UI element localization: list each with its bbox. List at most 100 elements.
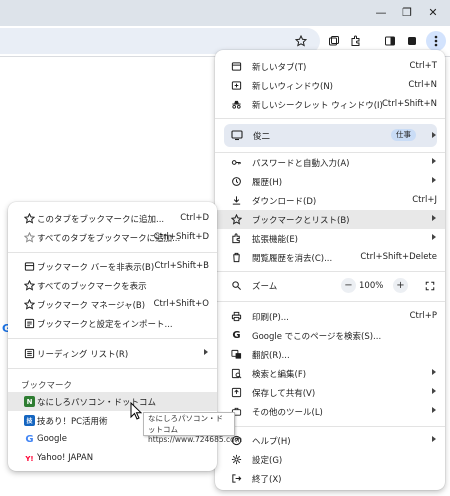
menu-item-bookmark-manager[interactable]: ブックマーク マネージャ(B) Ctrl+Shift+O <box>8 295 217 314</box>
menu-item-reading-list[interactable]: リーディング リスト(R) <box>8 344 217 363</box>
menu-item-extensions[interactable]: 拡張機能(E) <box>215 229 445 248</box>
menu-item-find-edit[interactable]: 検索と編集(F) <box>215 364 445 383</box>
menu-item-print[interactable]: 印刷(P)... Ctrl+P <box>215 307 445 326</box>
menu-item-incognito[interactable]: 新しいシークレット ウィンドウ(I) Ctrl+Shift+N <box>215 95 445 114</box>
shortcut-label: Ctrl+J <box>412 195 437 205</box>
bookmarks-section-heading: ブックマーク <box>21 381 73 391</box>
shortcut-label: Ctrl+Shift+N <box>381 99 437 109</box>
import-icon <box>23 317 36 330</box>
menu-item-save-share[interactable]: 保存して共有(V) <box>215 383 445 402</box>
bookmark-tooltip: なにしろパソコン・ドットコム https://www.724685.com <box>143 412 242 444</box>
star-icon <box>23 279 36 292</box>
shortcut-label: Ctrl+N <box>408 80 437 90</box>
chevron-right-icon <box>432 407 436 413</box>
profile-avatar-icon[interactable] <box>402 31 422 51</box>
key-icon <box>230 156 243 169</box>
tab-search-icon[interactable] <box>324 31 344 51</box>
menu-item-label: すべてのブックマークを表示 <box>37 282 147 292</box>
menu-item-hide-bookmark-bar[interactable]: ブックマーク バーを非表示(B) Ctrl+Shift+B <box>8 257 217 276</box>
menu-item-bookmark-this-tab[interactable]: このタブをブックマークに追加... Ctrl+D <box>8 209 217 228</box>
menu-item-exit[interactable]: 終了(X) <box>215 469 445 488</box>
menu-item-label: 検索と編集(F) <box>252 370 307 380</box>
shortcut-label: Ctrl+Shift+O <box>153 299 209 309</box>
extensions-icon[interactable] <box>346 31 366 51</box>
menu-item-label: Google でこのページを検索(S)... <box>252 332 382 342</box>
zoom-label: ズーム <box>252 282 278 292</box>
bookmark-favicon: N <box>23 395 36 408</box>
menu-item-label: 翻訳(R)... <box>252 351 290 361</box>
menu-item-import-bookmarks[interactable]: ブックマークと設定をインポート... <box>8 314 217 333</box>
menu-separator <box>8 252 217 253</box>
minimize-button[interactable]: — <box>372 5 390 21</box>
bookmark-bar-icon <box>23 260 36 273</box>
menu-item-more-tools[interactable]: その他のツール(L) <box>215 402 445 421</box>
star-icon <box>23 212 36 225</box>
exit-icon <box>230 472 243 485</box>
bookmark-item[interactable]: N なにしろパソコン・ドットコム <box>8 392 217 411</box>
tooltip-title: なにしろパソコン・ドットコム <box>148 414 223 434</box>
star-icon <box>230 213 243 226</box>
menu-item-google-search[interactable]: G Google でこのページを検索(S)... <box>215 326 445 345</box>
menu-item-new-tab[interactable]: 新しいタブ(T) Ctrl+T <box>215 57 445 76</box>
chevron-right-icon <box>432 158 436 164</box>
menu-item-show-all-bookmarks[interactable]: すべてのブックマークを表示 <box>8 276 217 295</box>
menu-item-label: リーディング リスト(R) <box>37 350 129 360</box>
chrome-menu-button[interactable] <box>426 31 446 51</box>
chevron-right-icon <box>432 436 436 442</box>
google-icon: G <box>232 330 241 341</box>
zoom-out-button[interactable]: − <box>341 278 356 293</box>
menu-item-downloads[interactable]: ダウンロード(D) Ctrl+J <box>215 191 445 210</box>
menu-item-label: ブックマーク バーを非表示(B) <box>37 263 155 273</box>
menu-separator <box>8 338 217 339</box>
shortcut-label: Ctrl+P <box>409 311 437 321</box>
extension-icon <box>230 232 243 245</box>
chevron-right-icon <box>432 388 436 394</box>
star-icon <box>23 298 36 311</box>
menu-item-history[interactable]: 履歴(H) <box>215 172 445 191</box>
menu-item-label: ブックマーク マネージャ(B) <box>37 301 146 311</box>
search-edit-icon <box>230 367 243 380</box>
incognito-icon <box>230 98 243 111</box>
menu-item-label: このタブをブックマークに追加... <box>37 215 165 225</box>
menu-item-label: 新しいウィンドウ(N) <box>252 82 333 92</box>
menu-item-label: ブックマークとリスト(B) <box>252 216 350 226</box>
shortcut-label: Ctrl+T <box>409 61 437 71</box>
menu-item-label: 新しいタブ(T) <box>252 63 307 73</box>
menu-item-label: ブックマークと設定をインポート... <box>37 320 173 330</box>
shortcut-label: Ctrl+Shift+Delete <box>360 252 437 262</box>
menu-separator <box>215 301 445 302</box>
translate-icon <box>230 348 243 361</box>
menu-item-zoom: ズーム <box>215 276 445 296</box>
close-button[interactable]: ✕ <box>424 5 442 21</box>
bookmark-item[interactable]: Y! Yahoo! JAPAN <box>8 449 217 468</box>
side-panel-icon[interactable] <box>380 31 400 51</box>
menu-item-label: 終了(X) <box>252 475 282 485</box>
fullscreen-icon[interactable] <box>422 278 438 294</box>
menu-item-label: 拡張機能(E) <box>252 235 299 245</box>
profile-badge: 仕事 <box>391 129 416 141</box>
bookmark-star-icon[interactable] <box>291 31 311 51</box>
new-window-icon <box>230 79 243 92</box>
star-outline-icon <box>23 231 36 244</box>
menu-item-label: 閲覧履歴を消去(C)... <box>252 254 333 264</box>
menu-item-label: 設定(G) <box>252 456 283 466</box>
bookmark-favicon: 技 <box>23 414 36 427</box>
chevron-right-icon <box>432 369 436 375</box>
menu-item-label: パスワードと自動入力(A) <box>252 159 350 169</box>
menu-item-translate[interactable]: 翻訳(R)... <box>215 345 445 364</box>
zoom-in-button[interactable]: + <box>393 278 408 293</box>
zoom-icon <box>230 279 243 292</box>
menu-item-help[interactable]: ヘルプ(H) <box>215 431 445 450</box>
menu-item-bookmarks-lists[interactable]: ブックマークとリスト(B) <box>215 210 445 229</box>
print-icon <box>230 310 243 323</box>
title-bar: — ❐ ✕ <box>0 0 450 26</box>
menu-item-settings[interactable]: 設定(G) <box>215 450 445 469</box>
new-tab-icon <box>230 60 243 73</box>
menu-item-label: ヘルプ(H) <box>252 437 291 447</box>
menu-item-passwords[interactable]: パスワードと自動入力(A) <box>215 153 445 172</box>
restore-button[interactable]: ❐ <box>398 5 416 21</box>
menu-item-clear-data[interactable]: 閲覧履歴を消去(C)... Ctrl+Shift+Delete <box>215 248 445 267</box>
menu-item-bookmark-all-tabs[interactable]: すべてのタブをブックマークに追加... Ctrl+Shift+D <box>8 228 217 247</box>
menu-item-new-window[interactable]: 新しいウィンドウ(N) Ctrl+N <box>215 76 445 95</box>
trash-icon <box>230 251 243 264</box>
